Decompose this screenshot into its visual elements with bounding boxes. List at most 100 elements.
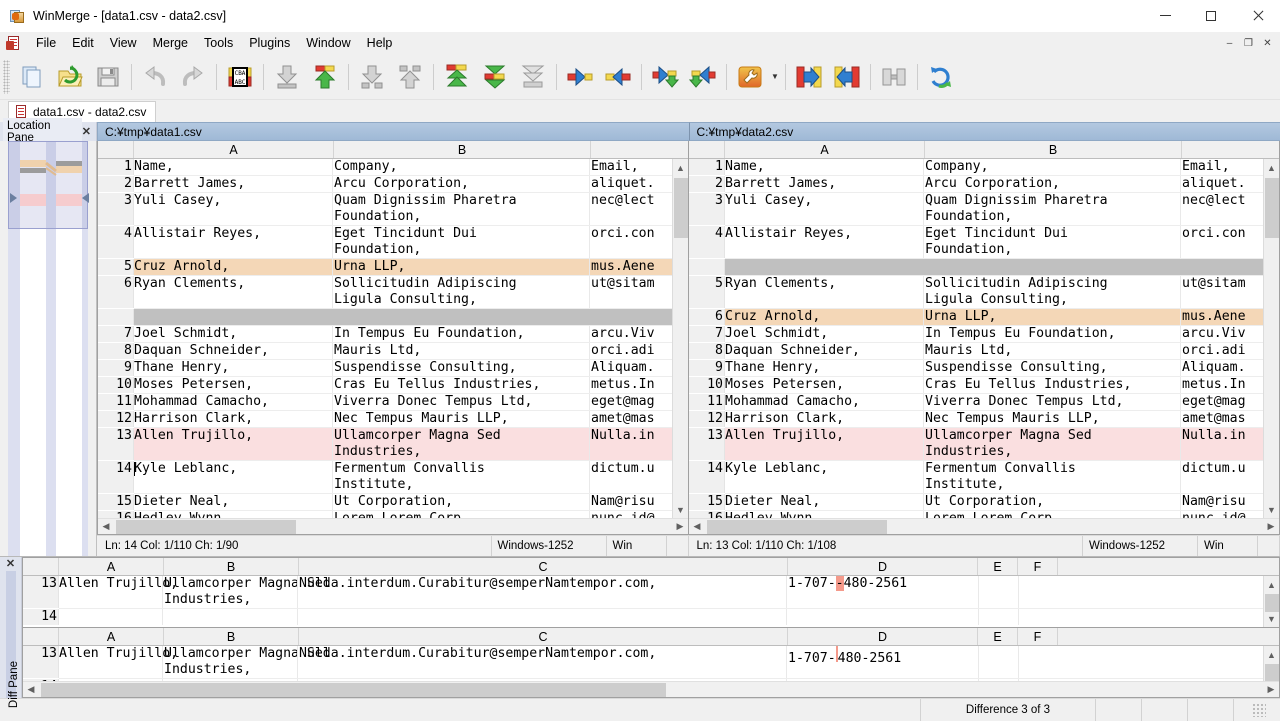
row-text[interactable]: Barrett James,Arcu Corporation,aliquet.	[134, 176, 672, 192]
diff-bottom-col-e[interactable]: E	[978, 628, 1018, 645]
row-text[interactable]: Barrett James,Arcu Corporation,aliquet.	[725, 176, 1263, 192]
right-readonly-indicator[interactable]	[1258, 536, 1280, 557]
diff-bottom-scroll-up-icon[interactable]: ▲	[1264, 646, 1280, 663]
diff-top-col-b[interactable]: B	[164, 558, 299, 575]
close-button[interactable]	[1234, 0, 1280, 32]
diff-bottom-col-b[interactable]: B	[164, 628, 299, 645]
row-text[interactable]: Mohammad Camacho,Viverra Donec Tempus Lt…	[134, 394, 672, 410]
right-col-header-b[interactable]: B	[925, 141, 1182, 158]
diff-bottom-col-a[interactable]: A	[59, 628, 164, 645]
diff-top-scroll-track[interactable]	[1264, 593, 1280, 610]
row-text[interactable]: Ryan Clements,Sollicitudin Adipiscingut@…	[725, 276, 1263, 308]
right-col-header-c[interactable]	[1182, 141, 1280, 158]
right-vertical-scrollbar[interactable]: ▲ ▼	[1263, 159, 1279, 518]
diff-row-text[interactable]	[59, 609, 1263, 625]
row-text[interactable]: Yuli Casey,Quam Dignissim Pharetranec@le…	[725, 193, 1263, 225]
row-text[interactable]: Yuli Casey,Quam Dignissim Pharetranec@le…	[134, 193, 672, 225]
mdi-close-button[interactable]: ✕	[1259, 35, 1276, 51]
row-text[interactable]: Allistair Reyes,Eget Tincidunt Duiorci.c…	[725, 226, 1263, 258]
row-text[interactable]: Harrison Clark,Nec Tempus Mauris LLP,ame…	[134, 411, 672, 427]
left-scroll-down-icon[interactable]: ▼	[673, 501, 689, 518]
right-scroll-track[interactable]	[1264, 176, 1280, 501]
menu-merge[interactable]: Merge	[145, 34, 196, 52]
text-row[interactable]: 12Harrison Clark,Nec Tempus Mauris LLP,a…	[689, 411, 1263, 427]
diff-pane-close-icon[interactable]: ✕	[6, 557, 15, 571]
left-eol[interactable]: Win	[607, 536, 667, 557]
diff-hscroll-thumb[interactable]	[41, 683, 666, 697]
menu-plugins[interactable]: Plugins	[241, 34, 298, 52]
diff-top-scroll-up-icon[interactable]: ▲	[1264, 576, 1280, 593]
plugins-settings-button[interactable]	[731, 58, 769, 96]
row-text[interactable]: Joel Schmidt,In Tempus Eu Foundation,arc…	[725, 326, 1263, 342]
diff-context-button[interactable]: CBA ABC	[221, 58, 259, 96]
text-row[interactable]: 13Allen Trujillo,Ullamcorper Magna SedNu…	[689, 428, 1263, 460]
diff-hscroll-right-icon[interactable]: ▶	[1263, 682, 1279, 698]
text-row[interactable]: 13Allen Trujillo,Ullamcorper Magna SedNu…	[98, 428, 672, 460]
minimize-button[interactable]	[1142, 0, 1188, 32]
text-row[interactable]: 1Name,Company,Email,	[689, 159, 1263, 175]
text-row[interactable]: 9Thane Henry,Suspendisse Consulting,Aliq…	[98, 360, 672, 376]
text-row[interactable]: 5Cruz Arnold,Urna LLP,mus.Aene	[98, 259, 672, 275]
text-row[interactable]: 1Name,Company,Email,	[98, 159, 672, 175]
right-file-path-header[interactable]: C:¥tmp¥data2.csv	[689, 122, 1280, 141]
undo-button[interactable]	[136, 58, 174, 96]
text-row[interactable]: 14Kyle Leblanc,Fermentum Convallisdictum…	[98, 461, 672, 493]
diff-top-vscrollbar[interactable]: ▲ ▼	[1263, 576, 1279, 627]
right-editor-pane[interactable]: A B 1Name,Company,Email,2Barrett James,A…	[689, 141, 1280, 535]
mdi-restore-button[interactable]: ❐	[1240, 35, 1257, 51]
left-encoding[interactable]: Windows-1252	[492, 536, 607, 557]
text-row[interactable]: 4Allistair Reyes,Eget Tincidunt Duiorci.…	[689, 226, 1263, 258]
row-text[interactable]: Name,Company,Email,	[725, 159, 1263, 175]
left-hscroll-right-icon[interactable]: ▶	[672, 519, 688, 535]
right-hscroll-track[interactable]	[705, 519, 1263, 535]
right-text-rows[interactable]: 1Name,Company,Email,2Barrett James,Arcu …	[689, 159, 1263, 518]
first-difference-button[interactable]	[438, 58, 476, 96]
text-row[interactable]: 10Moses Petersen,Cras Eu Tellus Industri…	[689, 377, 1263, 393]
diff-bottom-col-d[interactable]: D	[788, 628, 978, 645]
left-horizontal-scrollbar[interactable]: ◀ ▶	[98, 518, 688, 534]
diff-pane-left-editor[interactable]: A B C D E F 13Allen Trujillo,Ullamcorper…	[22, 557, 1280, 628]
row-text[interactable]: Daquan Schneider,Mauris Ltd,orci.adi	[725, 343, 1263, 359]
text-row[interactable]: 11Mohammad Camacho,Viverra Donec Tempus …	[689, 394, 1263, 410]
right-horizontal-scrollbar[interactable]: ◀ ▶	[689, 518, 1279, 534]
row-text[interactable]: Joel Schmidt,In Tempus Eu Foundation,arc…	[134, 326, 672, 342]
left-hscroll-track[interactable]	[114, 519, 672, 535]
left-hscroll-left-icon[interactable]: ◀	[98, 519, 114, 535]
open-button[interactable]	[51, 58, 89, 96]
mdi-minimize-button[interactable]: –	[1221, 35, 1238, 51]
row-text[interactable]: Hedley Wynn,Lorem Lorem Corp.,nunc.id@	[725, 511, 1263, 518]
left-hscroll-thumb[interactable]	[116, 520, 296, 534]
diff-top-col-a[interactable]: A	[59, 558, 164, 575]
row-text[interactable]: Name,Company,Email,	[134, 159, 672, 175]
left-file-path-header[interactable]: C:¥tmp¥data1.csv	[97, 122, 689, 141]
diff-bottom-vscrollbar[interactable]: ▲ ▼	[1263, 646, 1279, 681]
location-pane[interactable]	[0, 141, 97, 556]
copy-right-button[interactable]	[561, 58, 599, 96]
diff-bottom-col-f[interactable]: F	[1018, 628, 1058, 645]
menu-view[interactable]: View	[102, 34, 145, 52]
filler-row[interactable]	[98, 309, 672, 325]
diff-bottom-text-rows[interactable]: 13Allen Trujillo,Ullamcorper Magna SedNu…	[23, 646, 1263, 681]
previous-difference-button[interactable]	[306, 58, 344, 96]
save-button[interactable]	[89, 58, 127, 96]
filler-row[interactable]	[689, 259, 1263, 275]
diff-top-col-d[interactable]: D	[788, 558, 978, 575]
left-col-header-b[interactable]: B	[334, 141, 591, 158]
copy-right-advance-button[interactable]	[646, 58, 684, 96]
row-text[interactable]: Daquan Schneider,Mauris Ltd,orci.adi	[134, 343, 672, 359]
text-row[interactable]: 4Allistair Reyes,Eget Tincidunt Duiorci.…	[98, 226, 672, 258]
right-scroll-down-icon[interactable]: ▼	[1264, 501, 1280, 518]
text-row[interactable]: 16Hedley Wynn,Lorem Lorem Corp.,nunc.id@	[689, 511, 1263, 518]
copy-left-advance-button[interactable]	[684, 58, 722, 96]
text-row[interactable]: 2Barrett James,Arcu Corporation,aliquet.	[689, 176, 1263, 192]
diff-bottom-scroll-thumb[interactable]	[1265, 664, 1279, 681]
right-scroll-up-icon[interactable]: ▲	[1264, 159, 1280, 176]
left-scroll-up-icon[interactable]: ▲	[673, 159, 689, 176]
text-row[interactable]: 7Joel Schmidt,In Tempus Eu Foundation,ar…	[689, 326, 1263, 342]
text-row[interactable]: 15Dieter Neal,Ut Corporation,Nam@risu	[98, 494, 672, 510]
row-text[interactable]	[725, 259, 1263, 275]
diff-bottom-scroll-track[interactable]	[1264, 663, 1280, 664]
maximize-button[interactable]	[1188, 0, 1234, 32]
text-row[interactable]: 2Barrett James,Arcu Corporation,aliquet.	[98, 176, 672, 192]
right-hscroll-left-icon[interactable]: ◀	[689, 519, 705, 535]
